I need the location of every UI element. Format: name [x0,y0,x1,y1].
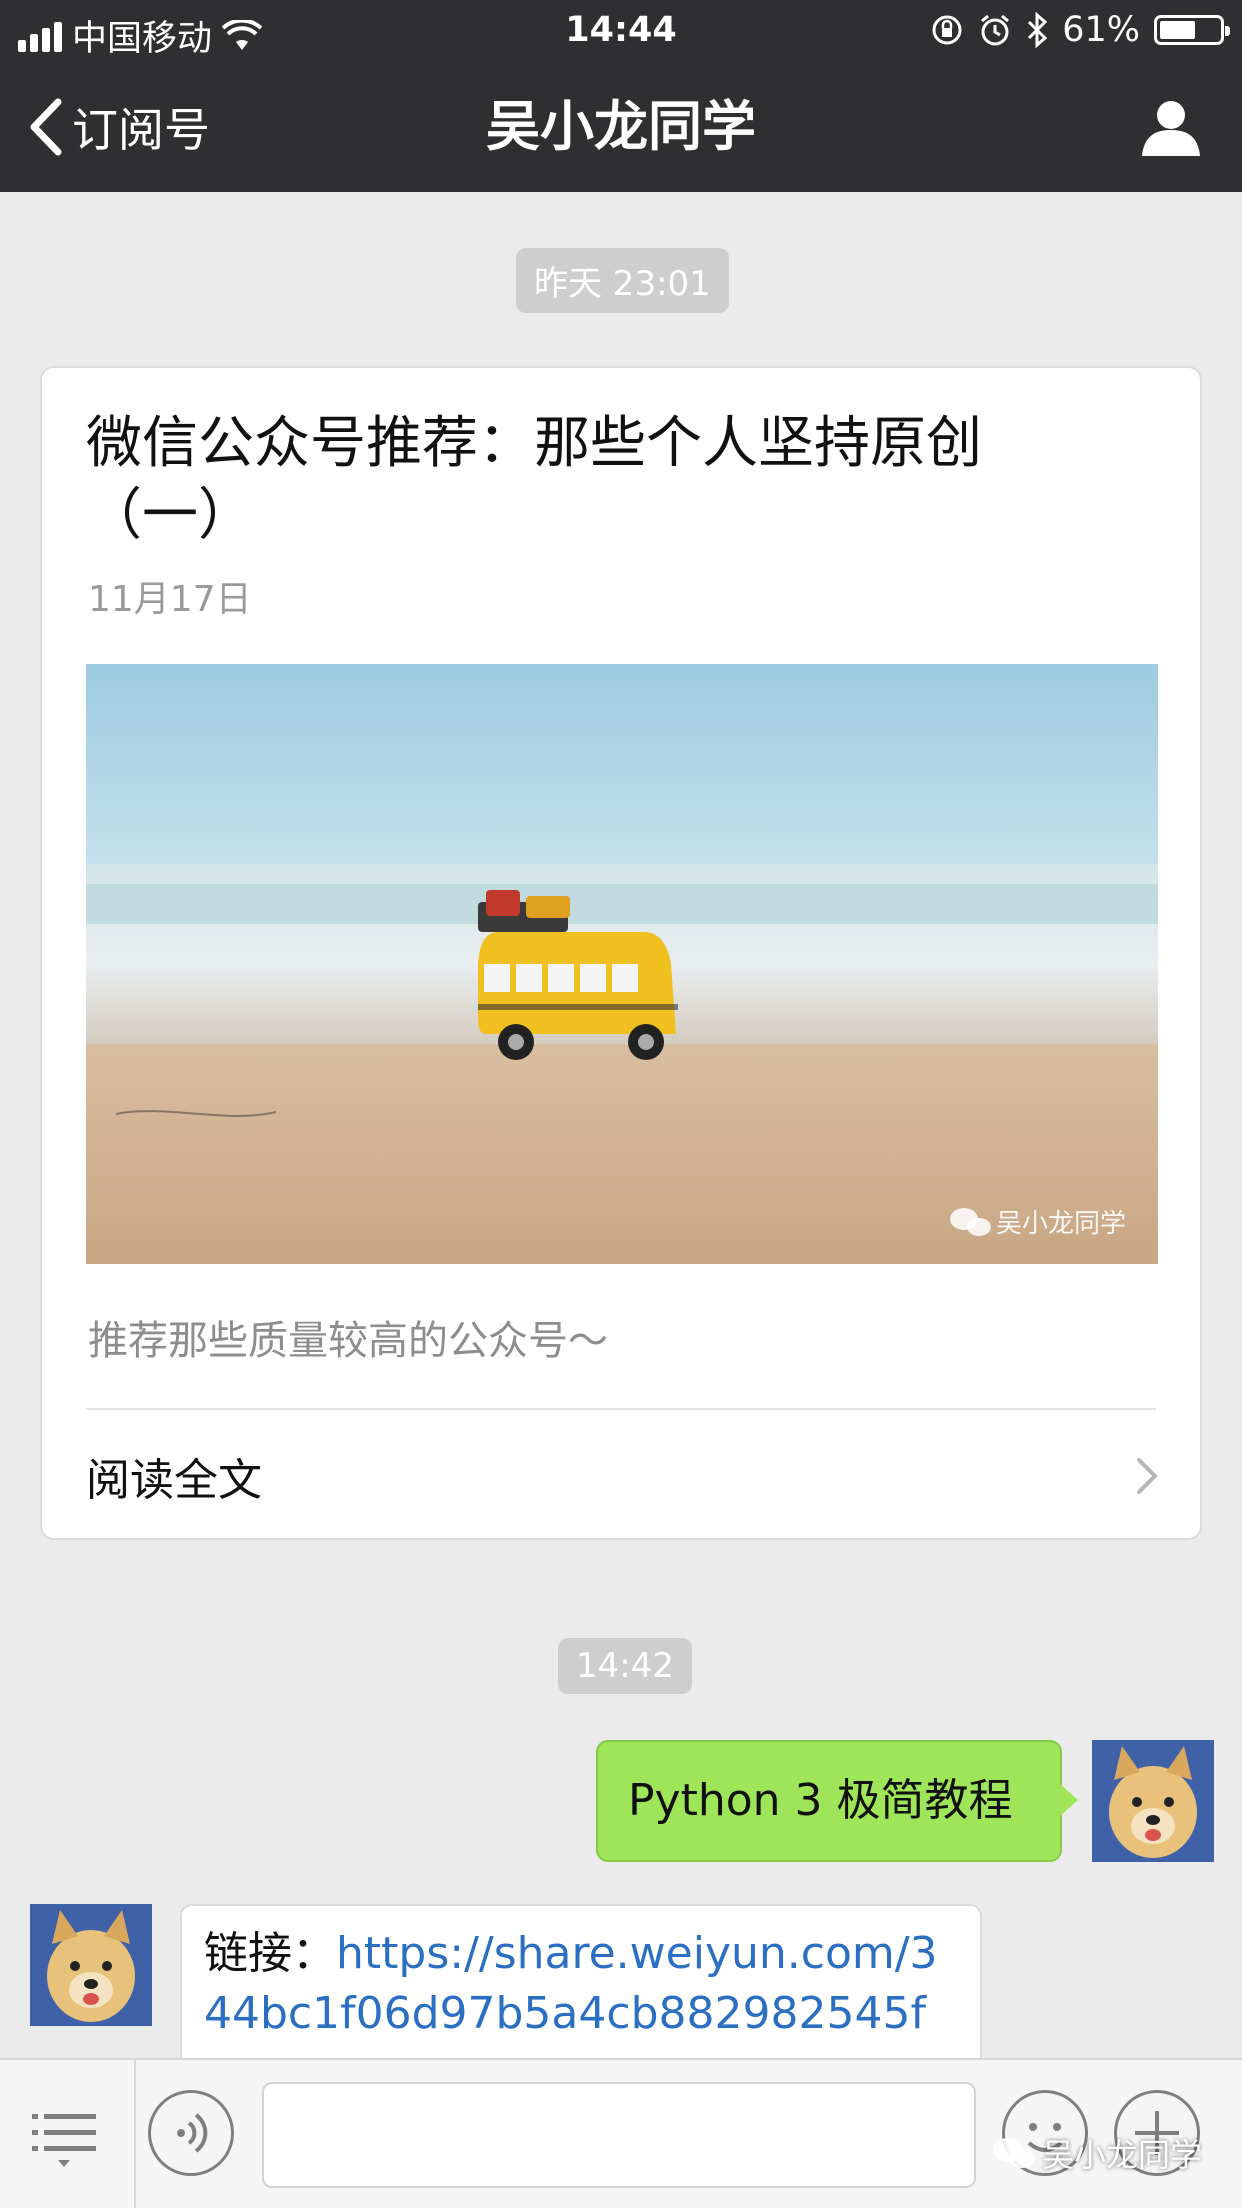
message-prefix: 链接： [204,1928,336,1979]
message-input[interactable] [262,2082,976,2188]
timestamp-pill: 昨天 23:01 [516,248,729,313]
battery-level [1160,21,1196,39]
read-more-row[interactable]: 阅读全文 [86,1412,1160,1540]
bluetooth-icon [1028,12,1048,48]
rotation-lock-icon [932,15,962,45]
page-title: 吴小龙同学 [486,95,756,158]
page-watermark: 吴小龙同学 [992,2130,1202,2176]
battery-percent: 61% [1062,10,1140,50]
status-bar: 中国移动 14:44 61% [0,0,1242,62]
image-watermark-text: 吴小龙同学 [996,1209,1126,1239]
menu-list-icon[interactable] [30,2110,98,2170]
alarm-icon [981,14,1010,46]
avatar[interactable] [30,1904,152,2026]
article-cover-image: 吴小龙同学 [86,664,1158,1264]
wechat-logo-icon [993,2138,1035,2168]
sent-message-bubble[interactable]: Python 3 极简教程 [596,1740,1078,1862]
voice-icon [177,2113,208,2153]
nav-bar: 订阅号 吴小龙同学 [0,62,1242,192]
watermark-text: 吴小龙同学 [1042,2136,1203,2174]
article-description: 推荐那些质量较高的公众号～ [88,1318,608,1364]
article-date: 11月17日 [88,579,252,620]
voice-button[interactable] [148,2090,234,2176]
avatar[interactable] [1092,1740,1214,1862]
status-right: 61% [930,10,1230,50]
person-icon[interactable] [1140,96,1202,158]
chevron-right-icon [1137,1458,1158,1494]
read-more-label: 阅读全文 [86,1455,262,1506]
article-title: 微信公众号推荐：那些个人坚持原创（一） [86,411,982,548]
divider [86,1408,1156,1410]
input-bar-divider [134,2060,136,2208]
timestamp-pill: 14:42 [558,1638,692,1694]
article-card[interactable]: 微信公众号推荐：那些个人坚持原创（一） 11月17日 吴小龙同学 推荐那些质量较… [40,366,1202,1540]
battery-icon [1154,15,1230,45]
